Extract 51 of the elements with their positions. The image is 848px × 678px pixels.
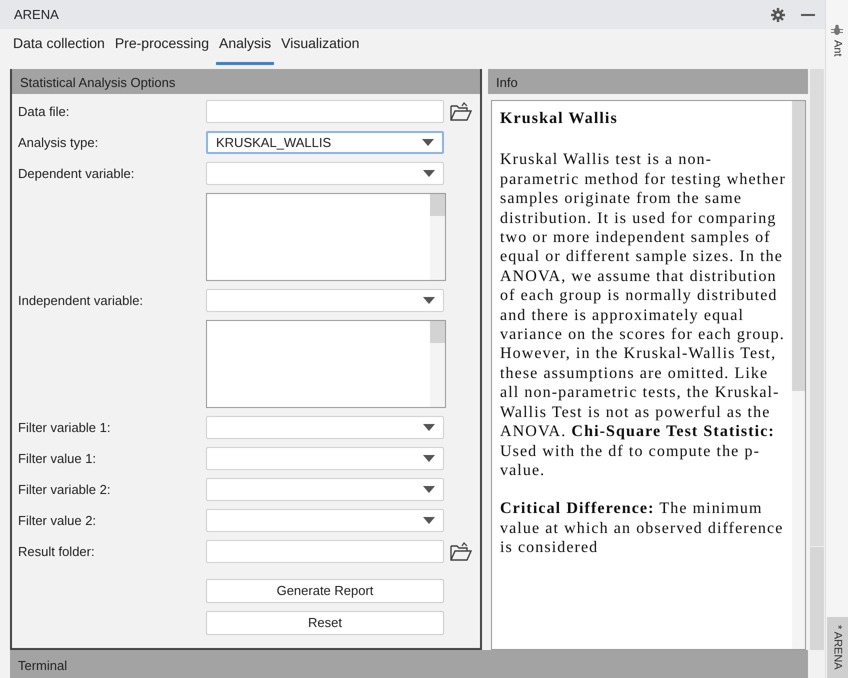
dropdown[interactable]: [206, 416, 444, 439]
list-box[interactable]: [206, 193, 446, 281]
field-label: Filter value 1:: [18, 450, 98, 468]
tab[interactable]: Pre-processing: [112, 25, 212, 65]
dropdown[interactable]: [206, 447, 444, 470]
caret-icon: [423, 486, 435, 493]
dropdown[interactable]: [206, 289, 444, 312]
info-paragraph: Kruskal Wallis test is a non-parametric method for testing whether samples originate from the same distribution. It is used for comparing two or more independent samples of equal or different sample sizes. In the ANOVA, we assume that distribution of each group is normally distributed and there is approximately equal variance on the scores for each group. However, in the Kruskal-Wallis Test, these assumptions are omitted. Like all non-parametric tests, the Kruskal-Wallis Test is not as powerful as the ANOVA. Chi-Square Test Statistic: Used with the df to compute the p-value.: [500, 150, 787, 480]
field-label: Filter variable 1:: [18, 418, 112, 437]
dropdown[interactable]: KRUSKAL_WALLIS: [206, 131, 444, 154]
action-button[interactable]: Generate Report: [206, 579, 444, 603]
scrollbar[interactable]: [792, 101, 805, 649]
folder-icon[interactable]: [450, 542, 472, 562]
window-title: ARENA: [14, 6, 59, 24]
field-label: Dependent variable:: [18, 164, 136, 183]
settings-icon[interactable]: [771, 8, 785, 22]
panel-header[interactable]: Terminal: [10, 650, 808, 678]
scrollbar[interactable]: [810, 69, 824, 650]
dropdown[interactable]: [206, 162, 444, 185]
field-label: Result folder:: [18, 542, 96, 561]
minimize-icon[interactable]: [801, 14, 815, 16]
field-label: Analysis type:: [18, 134, 100, 152]
field-label: Data file:: [18, 102, 70, 121]
caret-icon: [423, 424, 435, 431]
input-field[interactable]: [206, 540, 444, 563]
action-button[interactable]: Reset: [206, 611, 444, 635]
caret-icon: [422, 139, 434, 146]
list-box[interactable]: [206, 320, 446, 408]
field-label: Independent variable:: [18, 292, 144, 310]
tab[interactable]: Data collection: [10, 25, 108, 65]
dropdown[interactable]: [206, 478, 444, 501]
dropdown[interactable]: [206, 509, 444, 532]
info-paragraph: Critical Difference: The minimum value at which an observed difference is considered: [500, 499, 784, 558]
scrollbar-thumb[interactable]: [430, 194, 445, 216]
scrollbar-thumb[interactable]: [430, 321, 445, 343]
tab[interactable]: Visualization: [278, 25, 362, 65]
info-heading: Kruskal Wallis: [500, 109, 619, 128]
input-field[interactable]: [206, 100, 444, 123]
caret-icon: [423, 297, 435, 304]
caret-icon: [423, 170, 435, 177]
field-label: Filter variable 2:: [18, 480, 112, 499]
folder-icon[interactable]: [450, 102, 472, 122]
panel-header: Info: [488, 69, 808, 94]
field-label: Filter value 2:: [18, 512, 98, 530]
caret-icon: [423, 455, 435, 462]
tab[interactable]: Analysis: [216, 25, 274, 65]
bug-icon[interactable]: [831, 24, 843, 36]
panel-header: Statistical Analysis Options: [12, 69, 480, 94]
tool-window-tab[interactable]: * ARENA: [826, 617, 848, 678]
caret-icon: [423, 517, 435, 524]
tool-window-label[interactable]: Ant: [832, 40, 842, 57]
